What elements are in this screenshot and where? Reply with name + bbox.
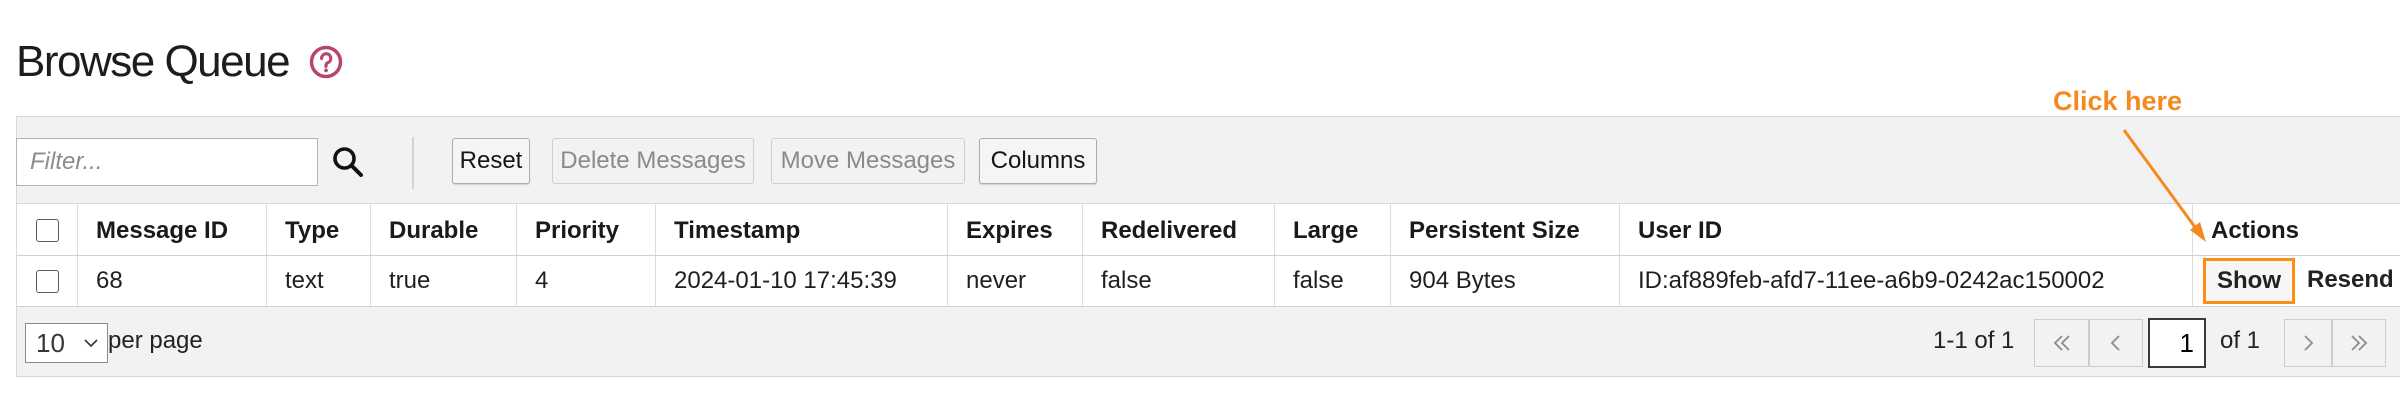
chevron-left-icon xyxy=(2110,335,2120,351)
pagination-range: 1-1 of 1 xyxy=(1933,327,2015,354)
per-page-value: 10 xyxy=(36,327,65,358)
search-icon[interactable] xyxy=(330,144,366,180)
cell-large: false xyxy=(1275,256,1391,306)
double-chevron-right-icon xyxy=(2351,335,2368,351)
delete-messages-button[interactable]: Delete Messages xyxy=(552,138,754,184)
cell-redelivered: false xyxy=(1083,256,1275,306)
header-durable[interactable]: Durable xyxy=(371,204,517,255)
show-button[interactable]: Show xyxy=(2203,258,2295,304)
last-page-button[interactable] xyxy=(2332,319,2386,367)
move-messages-button[interactable]: Move Messages xyxy=(771,138,965,184)
header-priority[interactable]: Priority xyxy=(517,204,656,255)
next-page-button[interactable] xyxy=(2284,319,2332,367)
select-all-checkbox[interactable] xyxy=(35,219,59,242)
columns-button[interactable]: Columns xyxy=(979,138,1097,184)
double-chevron-left-icon xyxy=(2053,335,2070,351)
annotation-arrow-icon xyxy=(2122,129,2206,242)
page-number-input[interactable] xyxy=(2148,318,2206,368)
cell-persistent-size: 904 Bytes xyxy=(1391,256,1620,306)
toolbar-divider xyxy=(412,137,414,189)
cell-priority: 4 xyxy=(517,256,656,306)
page-title: Browse Queue xyxy=(16,37,291,86)
header-type[interactable]: Type xyxy=(267,204,371,255)
chevron-down-icon xyxy=(84,339,98,348)
header-large[interactable]: Large xyxy=(1275,204,1391,255)
per-page-label: per page xyxy=(108,327,203,354)
cell-durable: true xyxy=(371,256,517,306)
previous-page-button[interactable] xyxy=(2089,319,2143,367)
cell-message-id: 68 xyxy=(78,256,267,306)
header-message-id[interactable]: Message ID xyxy=(78,204,267,255)
question-circle-icon[interactable] xyxy=(309,45,343,79)
cell-actions: Show Resend xyxy=(2193,256,2400,306)
table-header-row: Message ID Type Durable Priority Timesta… xyxy=(17,203,2400,256)
resend-button[interactable]: Resend xyxy=(2307,266,2394,294)
header-redelivered[interactable]: Redelivered xyxy=(1083,204,1275,255)
header-select-all-cell xyxy=(17,204,78,255)
cell-user-id: ID:af889feb-afd7-11ee-a6b9-0242ac150002 xyxy=(1620,256,2193,306)
annotation-label: Click here xyxy=(2053,86,2183,116)
cell-expires: never xyxy=(948,256,1083,306)
header-persistent-size[interactable]: Persistent Size xyxy=(1391,204,1620,255)
chevron-right-icon xyxy=(2304,335,2314,351)
table-row: 68 text true 4 2024-01-10 17:45:39 never… xyxy=(17,256,2400,307)
header-user-id[interactable]: User ID xyxy=(1620,204,2193,255)
filter-input[interactable] xyxy=(16,138,318,186)
header-timestamp[interactable]: Timestamp xyxy=(656,204,948,255)
reset-button[interactable]: Reset xyxy=(452,138,530,184)
per-page-select[interactable]: 10 xyxy=(25,323,108,363)
header-actions: Actions xyxy=(2211,216,2300,244)
cell-timestamp: 2024-01-10 17:45:39 xyxy=(656,256,948,306)
page-total-label: of 1 xyxy=(2220,327,2261,354)
row-select-cell xyxy=(17,256,78,306)
first-page-button[interactable] xyxy=(2034,319,2089,367)
header-expires[interactable]: Expires xyxy=(948,204,1083,255)
row-checkbox[interactable] xyxy=(35,269,59,293)
cell-type: text xyxy=(267,256,371,306)
